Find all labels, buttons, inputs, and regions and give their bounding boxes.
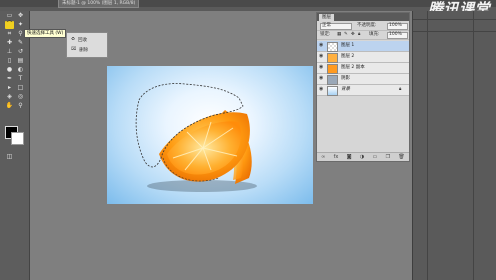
lock-pixels-icon[interactable]: ▦ [337,31,341,39]
flyout-panel: ♻ 回收 ⌧ 删除 [66,32,108,58]
layers-panel-footer: ∞ fx ◙ ◑ ▭ ❐ 🗑︎ [317,152,409,161]
hand-tool-icon[interactable]: ✋ [5,102,14,110]
adjustment-layer-icon[interactable]: ◑ [360,154,364,160]
layer-row[interactable]: ◉ 图层 2 副本 [317,63,409,74]
blur-tool-icon[interactable]: ● [5,66,14,74]
flyout-item-label: 删除 [79,47,89,53]
lock-row: 锁定: ▦ ✎ ✥ 🔒︎ 填充: 100% [317,31,409,40]
opacity-label: 不透明度: [357,23,377,28]
lock-paint-icon[interactable]: ✎ [344,31,348,39]
layer-thumbnail [327,64,338,74]
layer-name: 背景 [341,87,350,92]
group-icon[interactable]: ▭ [373,154,378,160]
eye-icon[interactable]: ◉ [319,43,324,48]
eraser-tool-icon[interactable]: ▯ [5,57,14,65]
gradient-tool-icon[interactable]: ▤ [16,57,25,65]
layer-thumbnail [327,53,338,63]
lock-icon: 🔒︎ [399,87,402,92]
layer-name: 图层 1 [341,43,355,48]
dock-divider [473,11,474,280]
magic-wand-tool-icon[interactable]: ✦ [16,21,25,29]
layer-name: 图层 2 副本 [341,65,365,70]
quick-mask-icon[interactable]: ◫ [5,153,14,161]
layer-name: 阴影 [341,76,350,81]
layer-thumbnail [327,42,338,52]
eye-icon[interactable]: ◉ [319,76,324,81]
layer-row[interactable]: ◉ 阴影 [317,74,409,85]
toolbox: ▭ ✥ ⌒ ✦ ⌗ ⚲ ✚ ✎ ⊥ ↺ ▯ ▤ ● ◐ ✒ T ▸ □ ◈ ◎ … [0,11,30,280]
pen-tool-icon[interactable]: ✒ [5,75,14,83]
brush-tool-icon[interactable]: ✎ [16,39,25,47]
layer-row[interactable]: ◉ 图层 2 [317,52,409,63]
layer-row[interactable]: ◉ 图层 1 [317,41,409,52]
clone-stamp-tool-icon[interactable]: ⊥ [5,48,14,56]
new-layer-icon[interactable]: ❐ [386,154,390,160]
shape-tool-icon[interactable]: □ [16,84,25,92]
layer-thumbnail [327,86,338,96]
eye-icon[interactable]: ◉ [319,65,324,70]
lock-all-icon[interactable]: 🔒︎ [358,31,360,39]
healing-brush-tool-icon[interactable]: ✚ [5,39,14,47]
move-tool-icon[interactable]: ✥ [16,12,25,20]
link-layers-icon[interactable]: ∞ [321,154,325,160]
add-mask-icon[interactable]: ◙ [347,154,352,160]
crop-tool-icon[interactable]: ⌗ [5,30,14,38]
flyout-item-recycle[interactable]: ♻ 回收 [71,35,87,44]
flyout-item-label: 回收 [78,37,88,43]
zoom-tool-icon[interactable]: ⚲ [16,102,25,110]
opacity-value: 100% [389,23,402,28]
history-brush-tool-icon[interactable]: ↺ [16,48,25,56]
right-panel-dock [412,11,496,280]
fill-label: 填充: [369,32,380,37]
dock-divider [413,31,496,32]
trash-icon[interactable]: 🗑︎ [398,154,404,160]
recycle-icon: ♻ [71,37,76,42]
document-canvas[interactable] [107,66,313,204]
blend-row: 正常 不透明度: 100% [317,22,409,31]
dock-divider [413,19,496,20]
layer-thumbnail [327,75,338,85]
3d-rotate-tool-icon[interactable]: ◈ [5,93,14,101]
marquee-tool-icon[interactable]: ▭ [5,12,14,20]
tool-tooltip: 快速选择工具 (W) [24,29,67,38]
eye-icon[interactable]: ◉ [319,54,324,59]
document-tab[interactable]: 未标题-1 @ 100% (图层 1, RGB/8) [58,0,140,8]
background-color-swatch[interactable] [11,132,24,145]
lock-position-icon[interactable]: ✥ [351,31,355,39]
layer-style-icon[interactable]: fx [334,154,339,160]
orange-artwork [135,83,257,192]
lock-label: 锁定: [320,32,331,37]
dodge-tool-icon[interactable]: ◐ [16,66,25,74]
eye-icon[interactable]: ◉ [319,87,324,92]
dock-divider [427,11,428,280]
delete-icon: ⌧ [71,47,77,52]
fill-value: 100% [389,32,402,37]
layer-row[interactable]: ◉ 背景 🔒︎ [317,85,409,96]
type-tool-icon[interactable]: T [16,75,25,83]
lasso-tool-icon[interactable]: ⌒ [5,21,14,29]
flyout-item-delete[interactable]: ⌧ 删除 [71,45,88,54]
blend-mode-value: 正常 [322,23,331,28]
tab-layers[interactable]: 图层 [319,14,334,21]
3d-camera-tool-icon[interactable]: ◎ [16,93,25,101]
layers-panel: 图层 正常 不透明度: 100% 锁定: ▦ ✎ ✥ 🔒︎ 填充: 100% ◉… [316,12,410,162]
layer-name: 图层 2 [341,54,355,59]
path-selection-tool-icon[interactable]: ▸ [5,84,14,92]
